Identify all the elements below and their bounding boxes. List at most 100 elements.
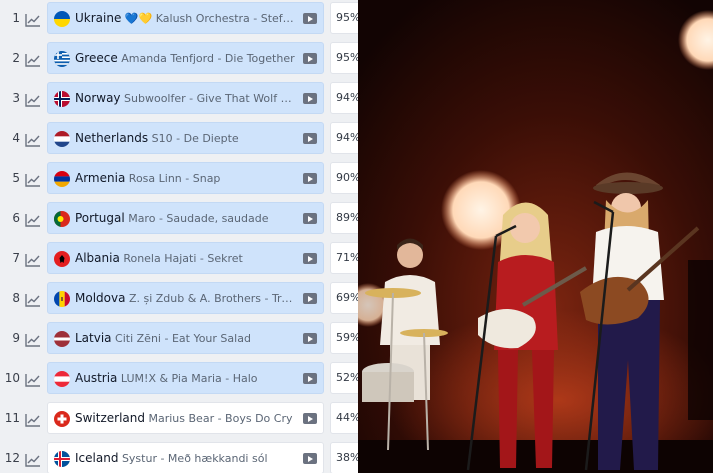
score-box: 69% bbox=[330, 282, 358, 314]
trend-chart-icon[interactable] bbox=[25, 252, 41, 267]
score-value: 94% bbox=[336, 91, 358, 104]
trend-chart-icon[interactable] bbox=[25, 92, 41, 107]
video-play-icon[interactable] bbox=[303, 253, 317, 264]
entry-text: Latvia Citi Zēni - Eat Your Salad bbox=[75, 331, 297, 345]
entry-text: Netherlands S10 - De Diepte bbox=[75, 131, 297, 145]
portugal-flag-icon bbox=[54, 211, 70, 227]
netherlands-flag-icon bbox=[54, 131, 70, 147]
trend-chart-icon[interactable] bbox=[25, 292, 41, 307]
ranking-row: 5 Armenia Rosa Linn - Snap 90% bbox=[0, 160, 358, 200]
trend-chart-icon[interactable] bbox=[25, 212, 41, 227]
video-play-icon[interactable] bbox=[303, 133, 317, 144]
trend-chart-icon[interactable] bbox=[25, 12, 41, 27]
rank-number: 6 bbox=[12, 211, 20, 225]
video-play-icon[interactable] bbox=[303, 213, 317, 224]
entry-text: Austria LUM!X & Pia Maria - Halo bbox=[75, 371, 297, 385]
stage-photo-art bbox=[358, 0, 713, 473]
ranking-row: 3 Norway Subwoolfer - Give That Wolf a Ba… bbox=[0, 80, 358, 120]
latvia-flag-icon bbox=[54, 331, 70, 347]
entry-text: Iceland Systur - Með hækkandi sól bbox=[75, 451, 297, 465]
video-play-icon[interactable] bbox=[303, 53, 317, 64]
video-play-icon[interactable] bbox=[303, 13, 317, 24]
trend-chart-icon[interactable] bbox=[25, 172, 41, 187]
rank-number: 4 bbox=[12, 131, 20, 145]
ranking-row: 10 Austria LUM!X & Pia Maria - Halo 52% bbox=[0, 360, 358, 400]
ukraine-flag-icon bbox=[54, 11, 70, 27]
score-box: 71% bbox=[330, 242, 358, 274]
entry-card[interactable]: Ukraine 💙💛 Kalush Orchestra - Stefania bbox=[47, 2, 324, 34]
score-value: 38% bbox=[336, 451, 358, 464]
heart-emoji: 💙💛 bbox=[124, 12, 153, 25]
score-value: 95% bbox=[336, 11, 358, 24]
entry-card[interactable]: Armenia Rosa Linn - Snap bbox=[47, 162, 324, 194]
artist-song: LUM!X & Pia Maria - Halo bbox=[120, 372, 258, 385]
entry-text: Portugal Maro - Saudade, saudade bbox=[75, 211, 297, 225]
armenia-flag-icon bbox=[54, 171, 70, 187]
entry-text: Albania Ronela Hajati - Sekret bbox=[75, 251, 297, 265]
rank-number: 5 bbox=[12, 171, 20, 185]
entry-card[interactable]: Netherlands S10 - De Diepte bbox=[47, 122, 324, 154]
country-name: Norway bbox=[75, 91, 121, 105]
rank-number: 10 bbox=[4, 371, 20, 385]
video-play-icon[interactable] bbox=[303, 173, 317, 184]
score-box: 59% bbox=[330, 322, 358, 354]
video-play-icon[interactable] bbox=[303, 93, 317, 104]
video-play-icon[interactable] bbox=[303, 453, 317, 464]
ranking-row: 2 Greece Amanda Tenfjord - Die Together 95… bbox=[0, 40, 358, 80]
trend-chart-icon[interactable] bbox=[25, 332, 41, 347]
score-box: 52% bbox=[330, 362, 358, 394]
score-box: 90% bbox=[330, 162, 358, 194]
trend-chart-icon[interactable] bbox=[25, 412, 41, 427]
trend-chart-icon[interactable] bbox=[25, 52, 41, 67]
ranking-row: 9 Latvia Citi Zēni - Eat Your Salad 59% bbox=[0, 320, 358, 360]
norway-flag-icon bbox=[54, 91, 70, 107]
stage-photo bbox=[358, 0, 713, 473]
rank-number: 3 bbox=[12, 91, 20, 105]
score-value: 95% bbox=[336, 51, 358, 64]
score-box: 95% bbox=[330, 2, 358, 34]
artist-song: Marius Bear - Boys Do Cry bbox=[148, 412, 293, 425]
score-value: 59% bbox=[336, 331, 358, 344]
greece-flag-icon bbox=[54, 51, 70, 67]
rank-number: 1 bbox=[12, 11, 20, 25]
video-play-icon[interactable] bbox=[303, 293, 317, 304]
trend-chart-icon[interactable] bbox=[25, 452, 41, 467]
rank-number: 2 bbox=[12, 51, 20, 65]
entry-card[interactable]: Latvia Citi Zēni - Eat Your Salad bbox=[47, 322, 324, 354]
iceland-flag-icon bbox=[54, 451, 70, 467]
ranking-row: 1 Ukraine 💙💛 Kalush Orchestra - Stefania 9… bbox=[0, 0, 358, 40]
rank-number: 12 bbox=[4, 451, 20, 465]
ranking-row: 6 Portugal Maro - Saudade, saudade 89% bbox=[0, 200, 358, 240]
trend-chart-icon[interactable] bbox=[25, 132, 41, 147]
score-box: 94% bbox=[330, 122, 358, 154]
entry-card[interactable]: Albania Ronela Hajati - Sekret bbox=[47, 242, 324, 274]
ranking-row: 8 Moldova Z. și Zdub & A. Brothers - Tren… bbox=[0, 280, 358, 320]
entry-card[interactable]: Austria LUM!X & Pia Maria - Halo bbox=[47, 362, 324, 394]
video-play-icon[interactable] bbox=[303, 373, 317, 384]
ranking-row: 12 Iceland Systur - Með hækkandi sól 38% bbox=[0, 440, 358, 473]
entry-card[interactable]: Iceland Systur - Með hækkandi sól bbox=[47, 442, 324, 473]
artist-song: Rosa Linn - Snap bbox=[128, 172, 221, 185]
country-name: Albania bbox=[75, 251, 120, 265]
entry-card[interactable]: Norway Subwoolfer - Give That Wolf a Ban… bbox=[47, 82, 324, 114]
score-value: 90% bbox=[336, 171, 358, 184]
video-play-icon[interactable] bbox=[303, 413, 317, 424]
score-box: 95% bbox=[330, 42, 358, 74]
video-play-icon[interactable] bbox=[303, 333, 317, 344]
country-name: Ukraine bbox=[75, 11, 122, 25]
artist-song: Maro - Saudade, saudade bbox=[128, 212, 269, 225]
artist-song: Ronela Hajati - Sekret bbox=[123, 252, 243, 265]
score-box: 38% bbox=[330, 442, 358, 473]
ranking-row: 7 Albania Ronela Hajati - Sekret 71% bbox=[0, 240, 358, 280]
country-name: Netherlands bbox=[75, 131, 149, 145]
country-name: Armenia bbox=[75, 171, 126, 185]
entry-card[interactable]: Greece Amanda Tenfjord - Die Together bbox=[47, 42, 324, 74]
entry-card[interactable]: Portugal Maro - Saudade, saudade bbox=[47, 202, 324, 234]
trend-chart-icon[interactable] bbox=[25, 372, 41, 387]
artist-song: Citi Zēni - Eat Your Salad bbox=[115, 332, 251, 345]
country-name: Switzerland bbox=[75, 411, 145, 425]
entry-card[interactable]: Moldova Z. și Zdub & A. Brothers - Trenu… bbox=[47, 282, 324, 314]
entry-card[interactable]: Switzerland Marius Bear - Boys Do Cry bbox=[47, 402, 324, 434]
artist-song: Z. și Zdub & A. Brothers - Trenulețul bbox=[128, 292, 297, 305]
score-value: 69% bbox=[336, 291, 358, 304]
